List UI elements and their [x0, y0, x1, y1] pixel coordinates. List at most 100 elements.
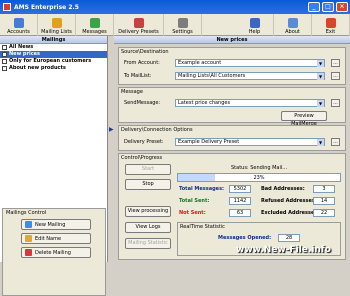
- maximize-button[interactable]: □: [322, 2, 334, 12]
- from-account-value: Example account: [178, 60, 222, 66]
- mailings-control-group: Mailings Control New Mailing Edit Name D…: [2, 208, 106, 296]
- total-sent-label: Total Sent:: [179, 198, 210, 204]
- control-progress-group: Control\Progress Start Stop View process…: [118, 153, 346, 260]
- toolbar-label: About: [285, 29, 300, 35]
- window-title: AMS Enterprise 2.5: [14, 3, 79, 11]
- help-icon: [249, 18, 260, 28]
- send-message-select[interactable]: Latest price changes ▼: [175, 99, 325, 107]
- watermark: www.New-File.info: [236, 245, 331, 255]
- messages-icon: [89, 18, 100, 28]
- mailing-item-new-prices[interactable]: New prices: [0, 51, 107, 58]
- source-destination-group: Source\Destination From Account: Example…: [118, 47, 346, 85]
- toolbar-settings-button[interactable]: Settings: [164, 14, 202, 36]
- mailing-statistic-button[interactable]: Mailing Statistic: [125, 238, 171, 249]
- settings-icon: [177, 18, 188, 28]
- toolbar-delivery-presets-button[interactable]: Delivery Presets: [114, 14, 164, 36]
- group-title: Source\Destination: [121, 49, 169, 55]
- title-bar: AMS Enterprise 2.5 _ □ ×: [0, 0, 350, 14]
- status-text: Status: Sending Mail...: [231, 165, 288, 171]
- not-sent-label: Not Sent:: [179, 210, 206, 216]
- chevron-down-icon[interactable]: ▼: [317, 73, 324, 80]
- mailings-control-title: Mailings Control: [6, 210, 47, 216]
- send-message-value: Latest price changes: [178, 100, 231, 106]
- mailing-lists-icon: [51, 18, 62, 28]
- toolbar-exit-button[interactable]: Exit: [312, 14, 350, 36]
- toolbar-help-button[interactable]: Help: [236, 14, 274, 36]
- progress-text: 23%: [253, 175, 265, 181]
- browse-message-button[interactable]: ...: [331, 99, 340, 107]
- button-label: Edit Name: [35, 235, 62, 242]
- browse-to-button[interactable]: ...: [331, 72, 340, 80]
- delivery-preset-label: Delivery Preset:: [124, 139, 164, 145]
- to-maillist-value: Mailing Lists\All Customers: [178, 73, 246, 79]
- new-mailing-button[interactable]: New Mailing: [21, 219, 91, 230]
- toolbar-about-button[interactable]: About: [274, 14, 312, 36]
- total-messages-value: 5302: [229, 185, 251, 193]
- button-label: Delete Mailing: [35, 249, 71, 256]
- about-icon: [287, 18, 298, 28]
- stop-button[interactable]: Stop: [125, 179, 171, 190]
- delete-icon: [25, 249, 32, 256]
- mailing-item-label: All News: [9, 44, 34, 50]
- mailing-item-all-news[interactable]: All News: [0, 44, 107, 51]
- refused-addresses-value: 14: [313, 197, 335, 205]
- total-sent-value: 1142: [229, 197, 251, 205]
- toolbar-label: Help: [248, 29, 261, 35]
- mailing-details-header: New prices: [114, 36, 350, 44]
- mailing-details-panel: New prices Source\Destination From Accou…: [114, 36, 350, 262]
- collapse-arrow-icon[interactable]: ▶: [109, 126, 114, 133]
- mailing-item-label: New prices: [9, 51, 41, 57]
- toolbar-label: Mailing Lists: [41, 29, 72, 35]
- browse-preset-button[interactable]: ...: [331, 138, 340, 146]
- accounts-icon: [13, 18, 24, 28]
- close-button[interactable]: ×: [336, 2, 348, 12]
- checkbox-icon[interactable]: [2, 45, 7, 50]
- group-title: Delivery\Connection Options: [121, 127, 193, 133]
- group-title: Message: [121, 89, 143, 95]
- toolbar-mailing-lists-button[interactable]: Mailing Lists: [38, 14, 76, 36]
- toolbar-messages-button[interactable]: Messages: [76, 14, 114, 36]
- delivery-preset-select[interactable]: Example Delivery Preset ▼: [175, 138, 325, 146]
- toolbar-label: Delivery Presets: [118, 29, 159, 35]
- mailing-item-label: About new products: [9, 65, 66, 71]
- button-label: New Mailing: [35, 221, 66, 228]
- mailings-panel: Mailings All News New prices Only for Eu…: [0, 36, 108, 296]
- edit-icon: [25, 235, 32, 242]
- app-icon: [3, 3, 11, 11]
- mailing-item-european[interactable]: Only for European customers: [0, 58, 107, 65]
- from-account-select[interactable]: Example account ▼: [175, 59, 325, 67]
- exit-icon: [325, 18, 336, 28]
- chevron-down-icon[interactable]: ▼: [317, 139, 324, 146]
- mailing-item-label: Only for European customers: [9, 58, 92, 64]
- messages-opened-value: 28: [278, 234, 300, 242]
- mailing-item-new-products[interactable]: About new products: [0, 65, 107, 72]
- bad-addresses-value: 3: [313, 185, 335, 193]
- chevron-down-icon[interactable]: ▼: [317, 60, 324, 67]
- chevron-down-icon[interactable]: ▼: [317, 100, 324, 107]
- refused-addresses-label: Refused Addresses:: [261, 198, 317, 204]
- preview-mailmerge-button[interactable]: Preview MailMerge: [281, 111, 327, 127]
- browse-from-button[interactable]: ...: [331, 59, 340, 67]
- delete-mailing-button[interactable]: Delete Mailing: [21, 247, 91, 258]
- toolbar-label: Accounts: [7, 29, 30, 35]
- delivery-options-group: Delivery\Connection Options Delivery Pre…: [118, 125, 346, 151]
- checkbox-icon[interactable]: [2, 59, 7, 64]
- new-icon: [25, 221, 32, 228]
- realtime-title: RealTime Statistic: [180, 224, 225, 230]
- messages-opened-label: Messages Opened:: [218, 235, 272, 241]
- start-button[interactable]: Start: [125, 164, 171, 175]
- edit-name-button[interactable]: Edit Name: [21, 233, 91, 244]
- checkbox-icon[interactable]: [2, 52, 7, 57]
- view-processing-button[interactable]: View processing: [125, 206, 171, 217]
- send-message-label: SendMessage:: [124, 100, 161, 106]
- main-toolbar: Accounts Mailing Lists Messages Delivery…: [0, 14, 350, 36]
- group-title: Control\Progress: [121, 155, 163, 161]
- minimize-button[interactable]: _: [308, 2, 320, 12]
- view-logs-button[interactable]: View Logs: [125, 222, 171, 233]
- to-maillist-select[interactable]: Mailing Lists\All Customers ▼: [175, 72, 325, 80]
- checkbox-icon[interactable]: [2, 66, 7, 71]
- delivery-preset-value: Example Delivery Preset: [178, 139, 240, 145]
- toolbar-accounts-button[interactable]: Accounts: [0, 14, 38, 36]
- excluded-addresses-label: Excluded Addresses:: [261, 210, 320, 216]
